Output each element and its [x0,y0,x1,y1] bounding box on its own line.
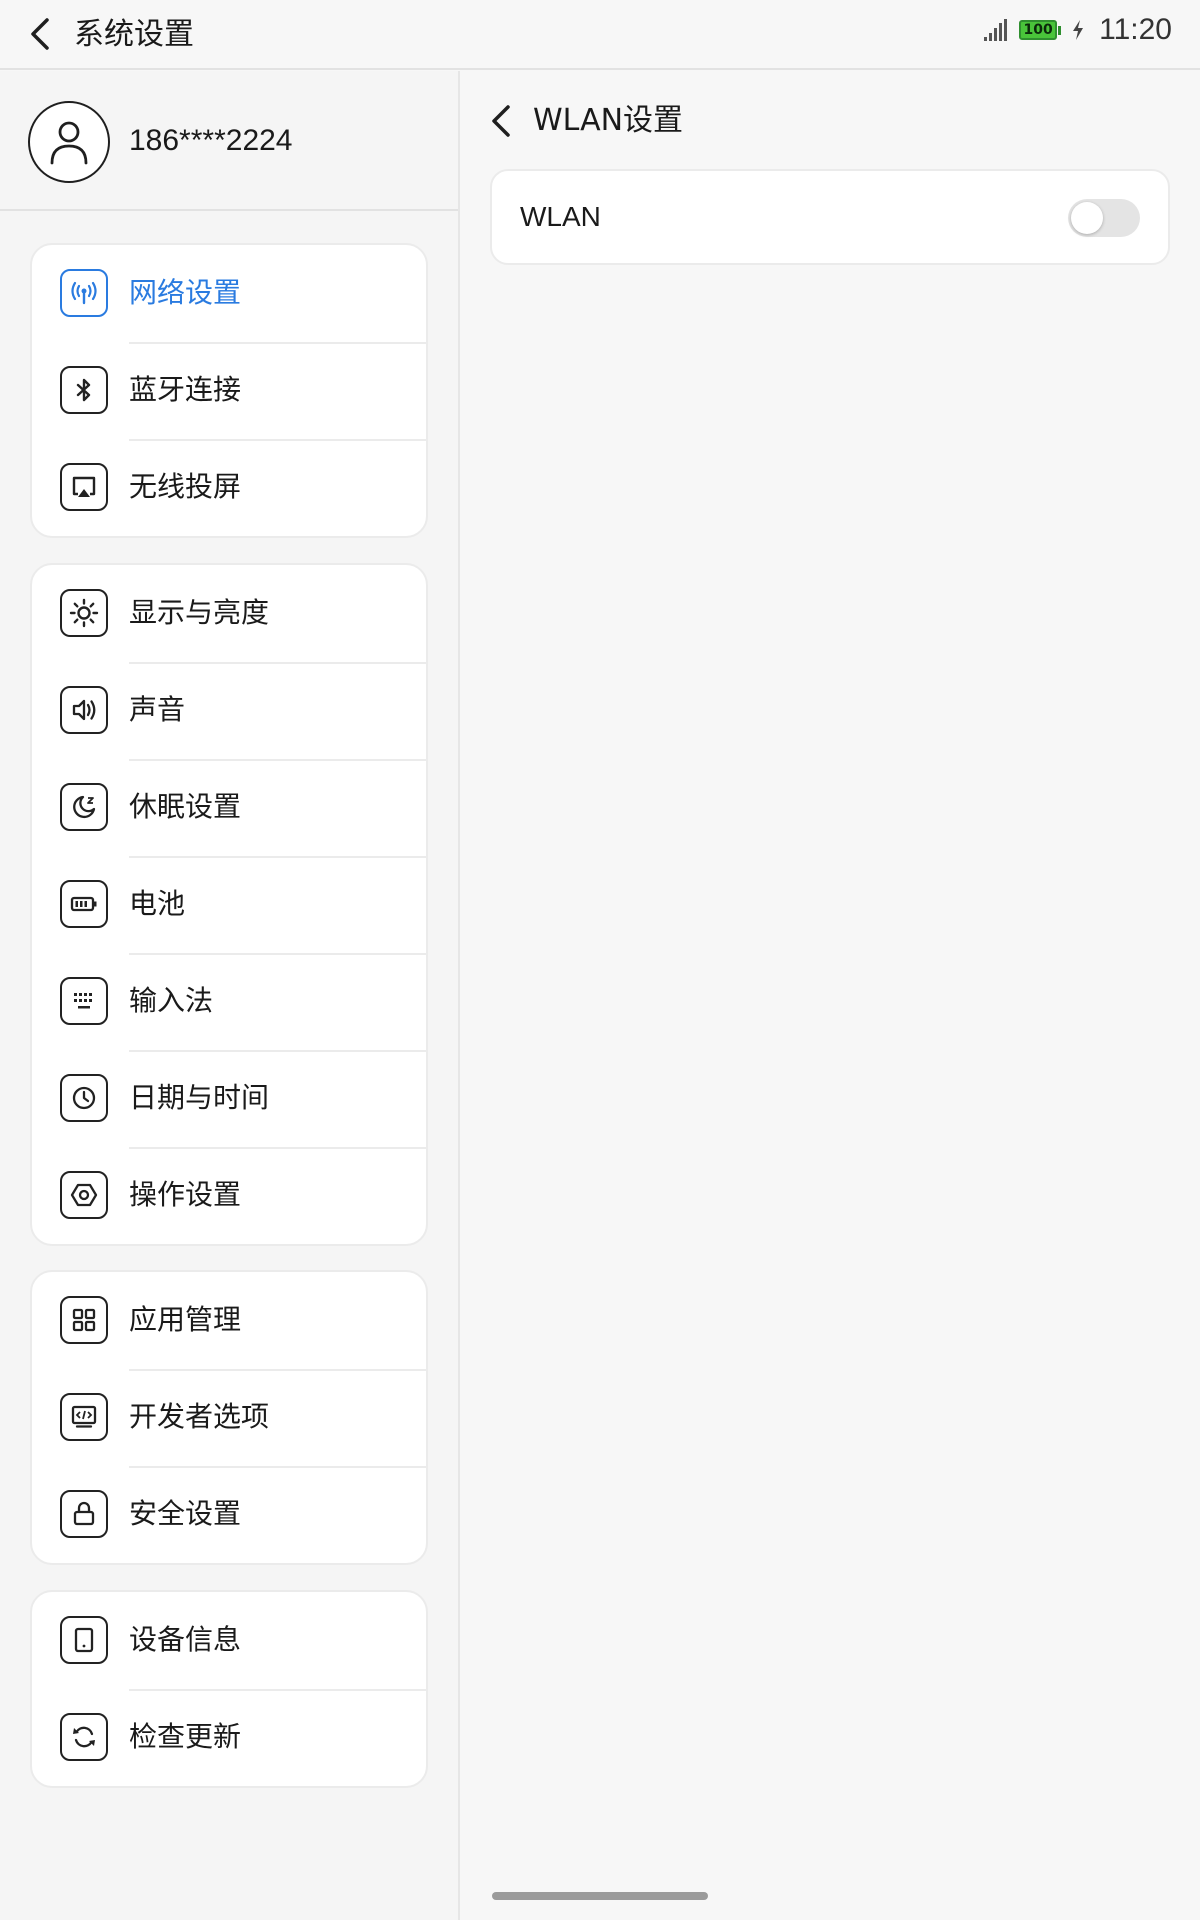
sidebar-item-label: 休眠设置 [129,790,242,823]
detail-title: WLAN设置 [533,103,684,138]
brightness-icon [60,589,108,637]
sidebar: 186****2224 网络设置 蓝牙连接 无线投屏 显示与亮度 声音 休眠设置… [0,71,458,1920]
sidebar-item-device-info[interactable]: 设备信息 [32,1592,426,1689]
sidebar-item-label: 应用管理 [129,1303,242,1336]
detail-pane: WLAN设置 WLAN [460,71,1200,1920]
antenna-icon [60,269,108,317]
sidebar-item-check-update[interactable]: 检查更新 [32,1689,426,1786]
signal-icon [984,19,1008,41]
keyboard-icon [60,977,108,1025]
speaker-icon [60,686,108,734]
battery-indicator: 100 [1019,20,1062,40]
sidebar-item-label: 检查更新 [129,1720,242,1753]
sidebar-item-label: 显示与亮度 [129,596,270,629]
settings-group-device: 显示与亮度 声音 休眠设置 电池 输入法 日期与时间 操作设置 [30,563,428,1246]
sidebar-item-label: 操作设置 [129,1178,242,1211]
sidebar-item-network[interactable]: 网络设置 [32,245,426,342]
moon-sleep-icon [60,783,108,831]
cast-screen-icon [60,463,108,511]
battery-level: 100 [1019,20,1058,40]
settings-group-apps: 应用管理 开发者选项 安全设置 [30,1270,428,1565]
sidebar-item-screen-cast[interactable]: 无线投屏 [32,439,426,536]
code-monitor-icon [60,1393,108,1441]
sidebar-item-battery[interactable]: 电池 [32,856,426,953]
wlan-row[interactable]: WLAN [490,169,1170,265]
sidebar-item-label: 设备信息 [129,1623,242,1656]
home-indicator[interactable] [492,1892,708,1900]
sidebar-item-label: 无线投屏 [129,470,242,503]
sidebar-item-label: 网络设置 [129,276,242,309]
sidebar-item-app-management[interactable]: 应用管理 [32,1272,426,1369]
bluetooth-icon [60,366,108,414]
clock-icon [60,1074,108,1122]
sidebar-item-operation[interactable]: 操作设置 [32,1147,426,1244]
status-bar: 100 11:20 [983,10,1172,50]
apps-grid-icon [60,1296,108,1344]
refresh-icon [60,1713,108,1761]
sidebar-item-input-method[interactable]: 输入法 [32,953,426,1050]
profile-row[interactable]: 186****2224 [0,71,458,211]
wlan-toggle[interactable] [1068,199,1140,237]
sidebar-item-bluetooth[interactable]: 蓝牙连接 [32,342,426,439]
battery-icon [60,880,108,928]
tablet-icon [60,1616,108,1664]
clock: 11:20 [1099,13,1172,46]
sidebar-item-developer[interactable]: 开发者选项 [32,1369,426,1466]
sidebar-item-date-time[interactable]: 日期与时间 [32,1050,426,1147]
sidebar-item-label: 日期与时间 [129,1081,270,1114]
account-phone: 186****2224 [129,124,293,157]
toggle-knob [1071,202,1103,234]
lock-icon [60,1490,108,1538]
hexagon-icon [60,1171,108,1219]
settings-group-about: 设备信息 检查更新 [30,1590,428,1788]
user-icon [50,121,88,165]
sidebar-item-security[interactable]: 安全设置 [32,1466,426,1563]
sidebar-item-label: 安全设置 [129,1497,242,1530]
sidebar-item-display[interactable]: 显示与亮度 [32,565,426,662]
charging-bolt-icon [1073,20,1084,40]
sidebar-item-sound[interactable]: 声音 [32,662,426,759]
sidebar-item-label: 电池 [129,887,186,920]
chevron-left-icon[interactable] [486,101,522,141]
top-bar: 系统设置 100 11:20 [0,0,1200,70]
sidebar-item-label: 蓝牙连接 [129,373,242,406]
settings-group-connectivity: 网络设置 蓝牙连接 无线投屏 [30,243,428,538]
wlan-label: WLAN [520,201,601,232]
sidebar-item-label: 输入法 [129,984,214,1017]
chevron-left-icon[interactable] [22,14,62,54]
avatar[interactable] [28,101,110,183]
sidebar-item-label: 声音 [129,693,186,726]
sidebar-item-label: 开发者选项 [129,1400,270,1433]
sidebar-item-sleep[interactable]: 休眠设置 [32,759,426,856]
page-title: 系统设置 [74,17,194,52]
